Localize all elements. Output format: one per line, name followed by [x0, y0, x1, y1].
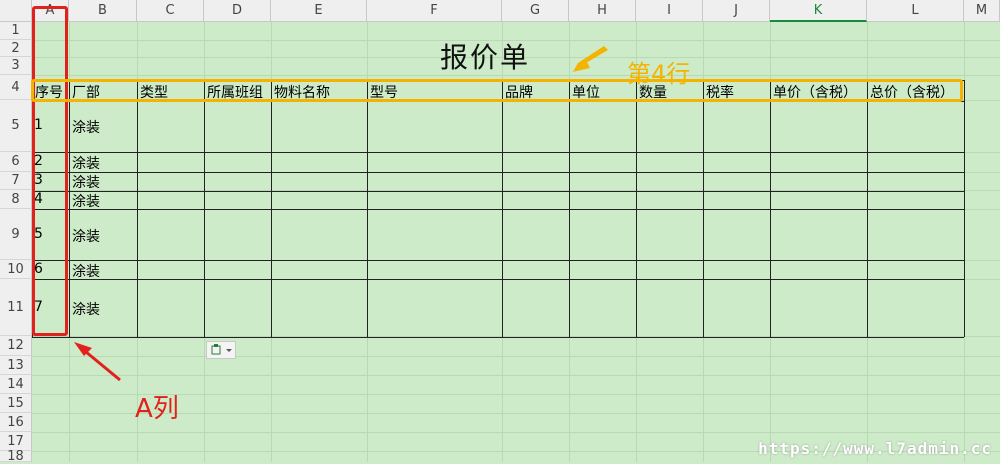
watermark-text: https://www.l7admin.cc — [758, 439, 992, 458]
column-annotation-label: A列 — [135, 394, 179, 424]
row-annotation-label: 第4行 — [627, 60, 691, 88]
spreadsheet-sheet: ABCDEFGHIJKLM 1 2 3 4 5 6 7 8 9 10 11 12 13 14 15 16 17 1… — [0, 0, 1000, 463]
